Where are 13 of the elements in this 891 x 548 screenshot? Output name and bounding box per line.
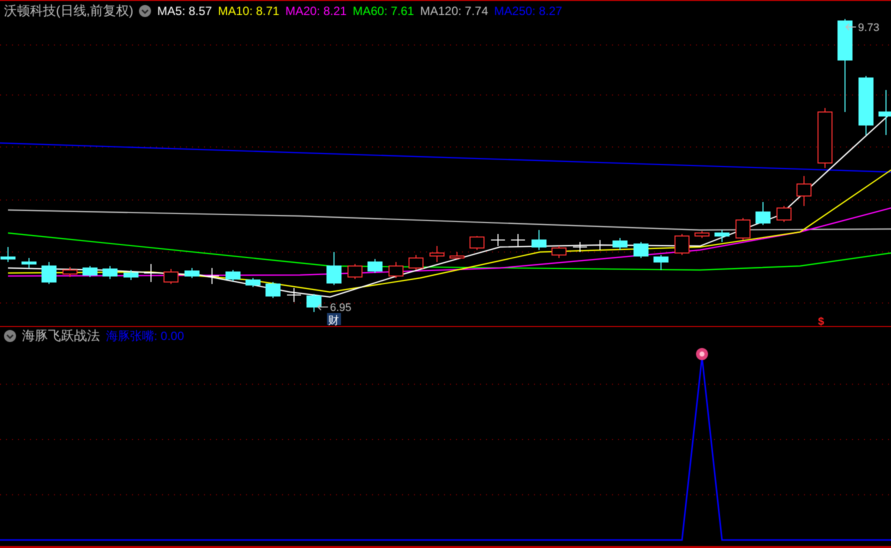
low-price-label: 6.95 bbox=[330, 302, 352, 314]
stock-title: 沃顿科技(日线,前复权) bbox=[4, 2, 134, 20]
signal-marker: $ bbox=[818, 316, 824, 326]
moving-average-value: MA5: 8.57 bbox=[157, 2, 212, 20]
moving-average-value: MA250: 8.27 bbox=[494, 2, 562, 20]
report-badge[interactable]: 财 bbox=[327, 313, 341, 326]
indicator-title: 海豚飞跃战法 bbox=[22, 326, 100, 345]
moving-average-value: MA60: 7.61 bbox=[352, 2, 414, 20]
moving-average-value: MA120: 7.74 bbox=[420, 2, 488, 20]
moving-average-value: MA10: 8.71 bbox=[218, 2, 280, 20]
moving-average-value: MA20: 8.21 bbox=[285, 2, 347, 20]
indicator-value: 海豚张嘴: 0.00 bbox=[106, 328, 184, 344]
high-price-label: 9.73 bbox=[858, 22, 880, 34]
